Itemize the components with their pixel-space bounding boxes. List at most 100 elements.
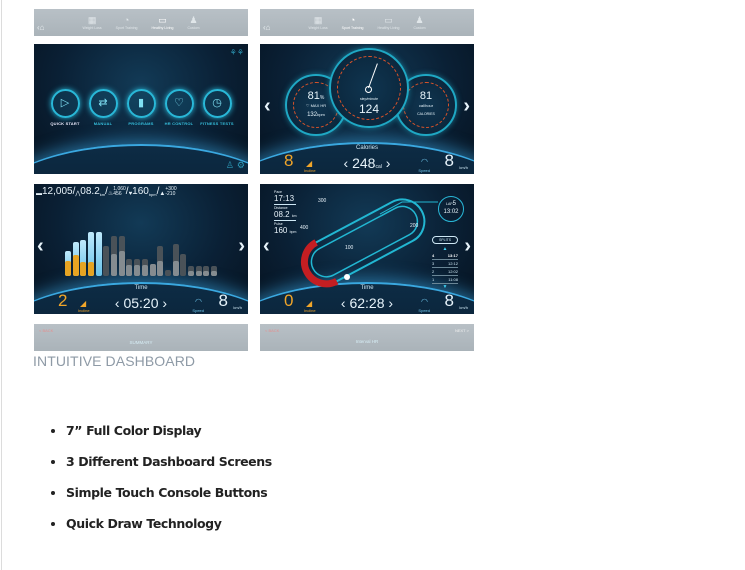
lap-badge: LAP5 13:02 <box>438 196 464 222</box>
split-row: 1 11:08 <box>432 276 458 284</box>
menu-hr-control: ♡ HR CONTROL <box>160 89 198 126</box>
nav-item-healthy-living: ▭ Healthy Living <box>151 15 174 30</box>
track-outer-lane <box>303 198 426 285</box>
bars-icon: ▮ <box>126 89 156 118</box>
distance-value: 08.2 <box>80 186 100 197</box>
speed-value: 8 <box>444 291 454 310</box>
pulse-value: 160 <box>132 186 149 197</box>
split-number: 4 <box>432 253 435 258</box>
play-icon: ▷ <box>50 89 80 118</box>
speed-label: Speed <box>192 308 204 313</box>
program-bar <box>203 266 210 276</box>
top-nav-screenshot-2: ‹⌂ ▦ Weight Loss ◔ Sport Training ▭ Healthy… <box>260 9 474 36</box>
bottom-control-bar: 8 ◢ Incline Calories ‹ 248cal › ◠ Speed … <box>260 144 474 174</box>
program-bar <box>134 259 141 276</box>
bottom-control-bar: 2 ◢ Incline Time ‹ 05:20 › ◠ Speed 8 km/… <box>34 284 248 314</box>
cal-hr-value: 456 <box>113 191 122 197</box>
program-bar-fill <box>111 253 118 276</box>
section-title: INTUITIVE DASHBOARD <box>33 353 196 369</box>
metric-title: Calories <box>355 145 378 151</box>
nav-item-custom: ♟ Custom <box>187 15 200 30</box>
max-hr-label-text: MAX HR <box>310 103 327 108</box>
nav-item-sport-training: ◔ Sport Training <box>341 15 364 30</box>
gauge-dashboard-screenshot: ‹ › 81% ♡ MAX HR 132bpm 81 cal/hour CALO… <box>260 44 474 174</box>
healthy-living-icon: ▭ <box>384 15 393 25</box>
menu-manual: ⇄ MANUAL <box>84 89 122 126</box>
chevron-right-icon: › <box>463 95 470 117</box>
custom-icon: ♟ <box>189 15 198 25</box>
gauge-hub <box>365 86 372 93</box>
split-time: 11:08 <box>448 277 458 282</box>
max-hr-value: 81 <box>307 90 320 102</box>
bottom-control-bar: 0 ◢ Incline Time ‹ 62:28 › ◠ Speed 8 km/… <box>260 284 474 314</box>
split-number: 1 <box>432 277 435 282</box>
splits-list: SPLITS ▲ 4 13:17 3 12:12 2 12:02 1 11:08 ▼ <box>432 236 458 290</box>
split-row: 3 12:12 <box>432 260 458 268</box>
top-nav-screenshot-1: ‹⌂ ▦ Weight Loss ◔ Sport Training ▭ Healthy… <box>34 9 248 36</box>
speed-unit: km/h <box>459 305 468 310</box>
program-bar <box>111 236 118 276</box>
chevron-right-icon: › <box>238 235 245 257</box>
stats-row: ▬ 12,005/ ⋀ 08.2 km / ♨ 1,060 456/ ♥ 160 bpm / ▲ +… <box>36 186 177 197</box>
metric-title: Time <box>134 285 148 291</box>
bpm-unit: bpm <box>317 112 325 117</box>
chevron-left-icon: ‹ <box>264 95 271 117</box>
marker-200: 200 <box>410 223 419 229</box>
program-bar-fill <box>149 263 156 276</box>
bpm-value: 132 <box>307 112 318 118</box>
earth-horizon <box>34 144 248 174</box>
chevron-right-icon: › <box>464 235 471 257</box>
split-row: 4 13:17 <box>432 252 458 260</box>
track-screenshot: Pace 17:13 Distance 08.2 km Pulse 160 bp… <box>260 184 474 314</box>
program-bar <box>157 246 164 276</box>
custom-icon: ♟ <box>415 15 424 25</box>
speedometer-icon: ◠ <box>195 297 202 306</box>
lap-number: 5 <box>452 201 456 207</box>
sport-training-icon: ◔ <box>123 15 130 25</box>
weight-loss-icon: ▦ <box>313 15 323 25</box>
program-bar <box>172 243 179 276</box>
step-minute-value: 124 <box>358 102 380 116</box>
program-bar <box>72 242 79 276</box>
program-bar-fill <box>195 271 202 276</box>
heart-pulse-icon: ♡ <box>164 89 194 118</box>
nav-item-custom: ♟ Custom <box>413 15 426 30</box>
speed-label: Speed <box>418 308 430 313</box>
metric-value: 05:20 <box>123 295 159 311</box>
program-bar <box>188 266 195 276</box>
program-bar-fill <box>188 271 195 276</box>
program-bar-fill <box>126 265 133 276</box>
program-bar-fill <box>203 271 210 276</box>
nav-item-healthy-living: ▭ Healthy Living <box>377 15 400 30</box>
lap-time: 13:02 <box>443 209 459 215</box>
program-bar-fill <box>211 271 218 276</box>
program-bar <box>126 259 133 276</box>
menu-quick-start: ▷ QUICK START <box>46 89 84 126</box>
program-bar-fill <box>157 261 164 276</box>
track-inner-lane <box>310 205 419 278</box>
program-bar <box>141 259 148 276</box>
split-time: 12:02 <box>447 269 458 274</box>
top-nav: ▦ Weight Loss ◔ Sport Training ▭ Healthy Li… <box>34 14 248 30</box>
nav-item-weight-loss: ▦ Weight Loss <box>82 15 102 30</box>
program-bar <box>80 240 87 276</box>
back-label: < BACK <box>265 328 280 333</box>
program-bar <box>195 266 202 276</box>
speed-unit: km/h <box>233 305 242 310</box>
manual-arrows-icon: ⇄ <box>88 89 118 118</box>
chevron-left-icon: ‹ <box>37 235 44 257</box>
healthy-living-icon: ▭ <box>158 15 167 25</box>
page-left-border <box>1 0 2 570</box>
program-bar <box>118 236 125 276</box>
metric-value-row: ‹ 05:20 › <box>34 295 248 311</box>
feature-item: Simple Touch Console Buttons <box>66 480 272 511</box>
marker-300: 300 <box>318 198 327 204</box>
metric-value: 62:28 <box>349 295 385 311</box>
chevron-right-icon: › <box>384 295 394 311</box>
feature-item: 7” Full Color Display <box>66 418 272 449</box>
program-bar <box>149 263 156 276</box>
program-bar <box>87 232 94 276</box>
pulse-unit: bpm <box>148 192 157 197</box>
speedometer-icon: ◠ <box>421 157 428 166</box>
program-bar-fill <box>172 261 179 276</box>
